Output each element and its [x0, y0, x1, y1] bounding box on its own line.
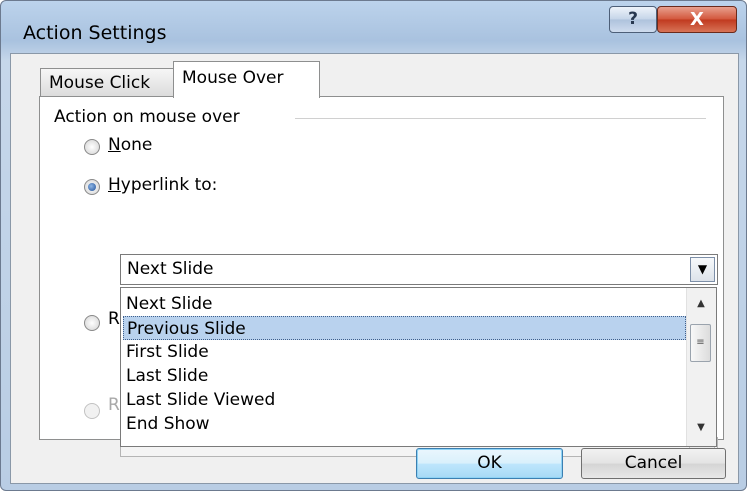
cancel-button[interactable]: Cancel — [581, 448, 726, 479]
ok-button[interactable]: OK — [416, 448, 563, 479]
title-bar[interactable]: Action Settings ? X — [1, 1, 746, 53]
group-divider — [295, 118, 706, 119]
tab-panel-mouse-over: Action on mouse over None Hyperlink to: … — [39, 96, 724, 457]
none-radio[interactable] — [84, 139, 100, 155]
none-label-access-key: N — [108, 135, 121, 155]
close-button[interactable]: X — [657, 6, 737, 33]
hyperlink-combo[interactable]: Next Slide ▼ — [120, 254, 718, 285]
dialog-client-area: Mouse Click Mouse Over Action on mouse o… — [10, 53, 739, 484]
list-item-end-show[interactable]: End Show — [123, 412, 686, 436]
tab-mouse-click[interactable]: Mouse Click — [40, 68, 177, 96]
hyperlink-radio[interactable] — [84, 179, 100, 195]
scroll-down-icon[interactable]: ▼ — [690, 418, 712, 438]
scrollbar-thumb[interactable]: ≡ — [690, 324, 711, 362]
list-item-last-slide-viewed[interactable]: Last Slide Viewed — [123, 388, 686, 412]
action-settings-dialog: Action Settings ? X Mouse Click Mouse Ov… — [0, 0, 747, 491]
help-button[interactable]: ? — [609, 6, 657, 33]
run-macro-radio — [84, 403, 100, 419]
run-program-radio[interactable] — [84, 315, 100, 331]
hyperlink-label[interactable]: Hyperlink to: — [108, 175, 217, 195]
list-item-last-slide[interactable]: Last Slide — [123, 364, 686, 388]
hyperlink-label-rest: yperlink to: — [120, 175, 218, 195]
hyperlink-label-access-key: H — [108, 175, 121, 195]
list-item-first-slide[interactable]: First Slide — [123, 340, 686, 364]
list-item-next-slide[interactable]: Next Slide — [123, 292, 686, 316]
group-label: Action on mouse over — [54, 107, 246, 127]
hyperlink-combo-value: Next Slide — [127, 259, 214, 279]
list-item-previous-slide[interactable]: Previous Slide — [123, 316, 686, 340]
hyperlink-dropdown-list[interactable]: Next Slide Previous Slide First Slide La… — [120, 287, 717, 447]
tab-mouse-over[interactable]: Mouse Over — [173, 61, 320, 98]
scroll-up-icon[interactable]: ▲ — [690, 294, 712, 314]
list-scrollbar[interactable]: ▲ ≡ ▼ — [686, 288, 716, 446]
none-label-rest: one — [120, 135, 153, 155]
run-macro-label: R — [108, 395, 120, 415]
none-label[interactable]: None — [108, 135, 152, 155]
chevron-down-icon[interactable]: ▼ — [690, 257, 715, 282]
window-title: Action Settings — [23, 22, 167, 44]
run-program-label: R — [108, 309, 120, 329]
